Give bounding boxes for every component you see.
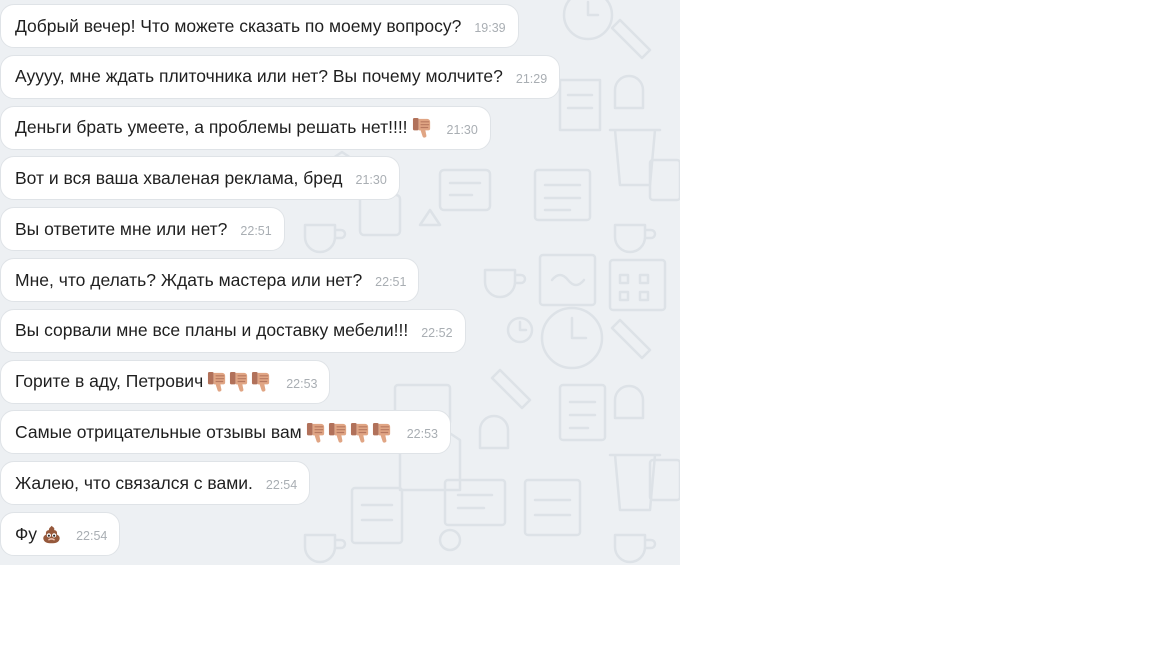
thumbs-down-icon [306,421,327,444]
message-bubble[interactable]: Деньги брать умеете, а проблемы решать н… [0,105,491,150]
message-time: 22:54 [265,478,298,493]
message-time: 21:30 [446,122,478,137]
chat-window: Добрый вечер! Что можете сказать по моем… [0,0,680,565]
message-bubble[interactable]: Вы сорвали мне все планы и доставку мебе… [0,308,466,353]
message-text: Добрый вечер! Что можете сказать по моем… [15,15,462,36]
message-text: Мне, что делать? Ждать мастера или нет? [15,269,363,290]
thumbs-down-icon [328,421,349,444]
message-emojis [207,370,273,393]
message-emojis [306,421,394,444]
message-time: 22:54 [76,529,108,543]
message-bubble[interactable]: Добрый вечер! Что можете сказать по моем… [0,4,519,48]
message-text: Фу [15,523,38,544]
message-bubble[interactable]: Жалею, что связался с вами. 22:54 [0,461,311,506]
thumbs-down-icon [372,421,393,444]
message-bubble[interactable]: Фу 22:54 [0,512,121,556]
message-time: 22:52 [421,325,453,340]
message-time: 22:53 [286,376,318,391]
poop-icon [41,523,62,546]
message-text: Жалею, что связался с вами. [15,472,253,493]
message-text: Горите в аду, Петрович [15,371,204,392]
thumbs-down-icon [207,370,228,393]
message-bubble[interactable]: Вы ответите мне или нет? 22:51 [0,207,285,252]
message-time: 22:51 [240,224,272,239]
message-text: Вот и вся ваша хваленая реклама, бред [15,167,343,188]
message-time: 22:53 [406,427,438,442]
message-bubble[interactable]: Вот и вся ваша хваленая реклама, бред 21… [0,156,400,201]
thumbs-down-icon [251,370,272,393]
message-text: Самые отрицательные отзывы вам [15,421,302,442]
message-time: 21:30 [355,173,387,188]
message-bubble[interactable]: Мне, что делать? Ждать мастера или нет? … [0,258,420,302]
message-time: 19:39 [474,21,506,35]
thumbs-down-icon [350,421,371,444]
message-emojis [41,523,63,546]
message-bubble[interactable]: Ауууу, мне ждать плиточника или нет? Вы … [0,54,561,99]
message-text: Вы ответите мне или нет? [15,218,228,239]
message-time: 22:51 [375,275,407,289]
message-text: Ауууу, мне ждать плиточника или нет? Вы … [15,66,503,87]
thumbs-down-icon [229,370,250,393]
message-emojis [412,116,434,139]
message-bubble[interactable]: Самые отрицательные отзывы вам 22:53 [0,410,451,455]
message-text: Вы сорвали мне все планы и доставку мебе… [15,320,409,341]
message-text: Деньги брать умеете, а проблемы решать н… [15,117,408,138]
message-bubble[interactable]: Горите в аду, Петрович 22:53 [0,359,331,404]
message-time: 21:29 [515,71,548,86]
message-list: Добрый вечер! Что можете сказать по моем… [0,0,680,565]
thumbs-down-icon [412,116,433,139]
